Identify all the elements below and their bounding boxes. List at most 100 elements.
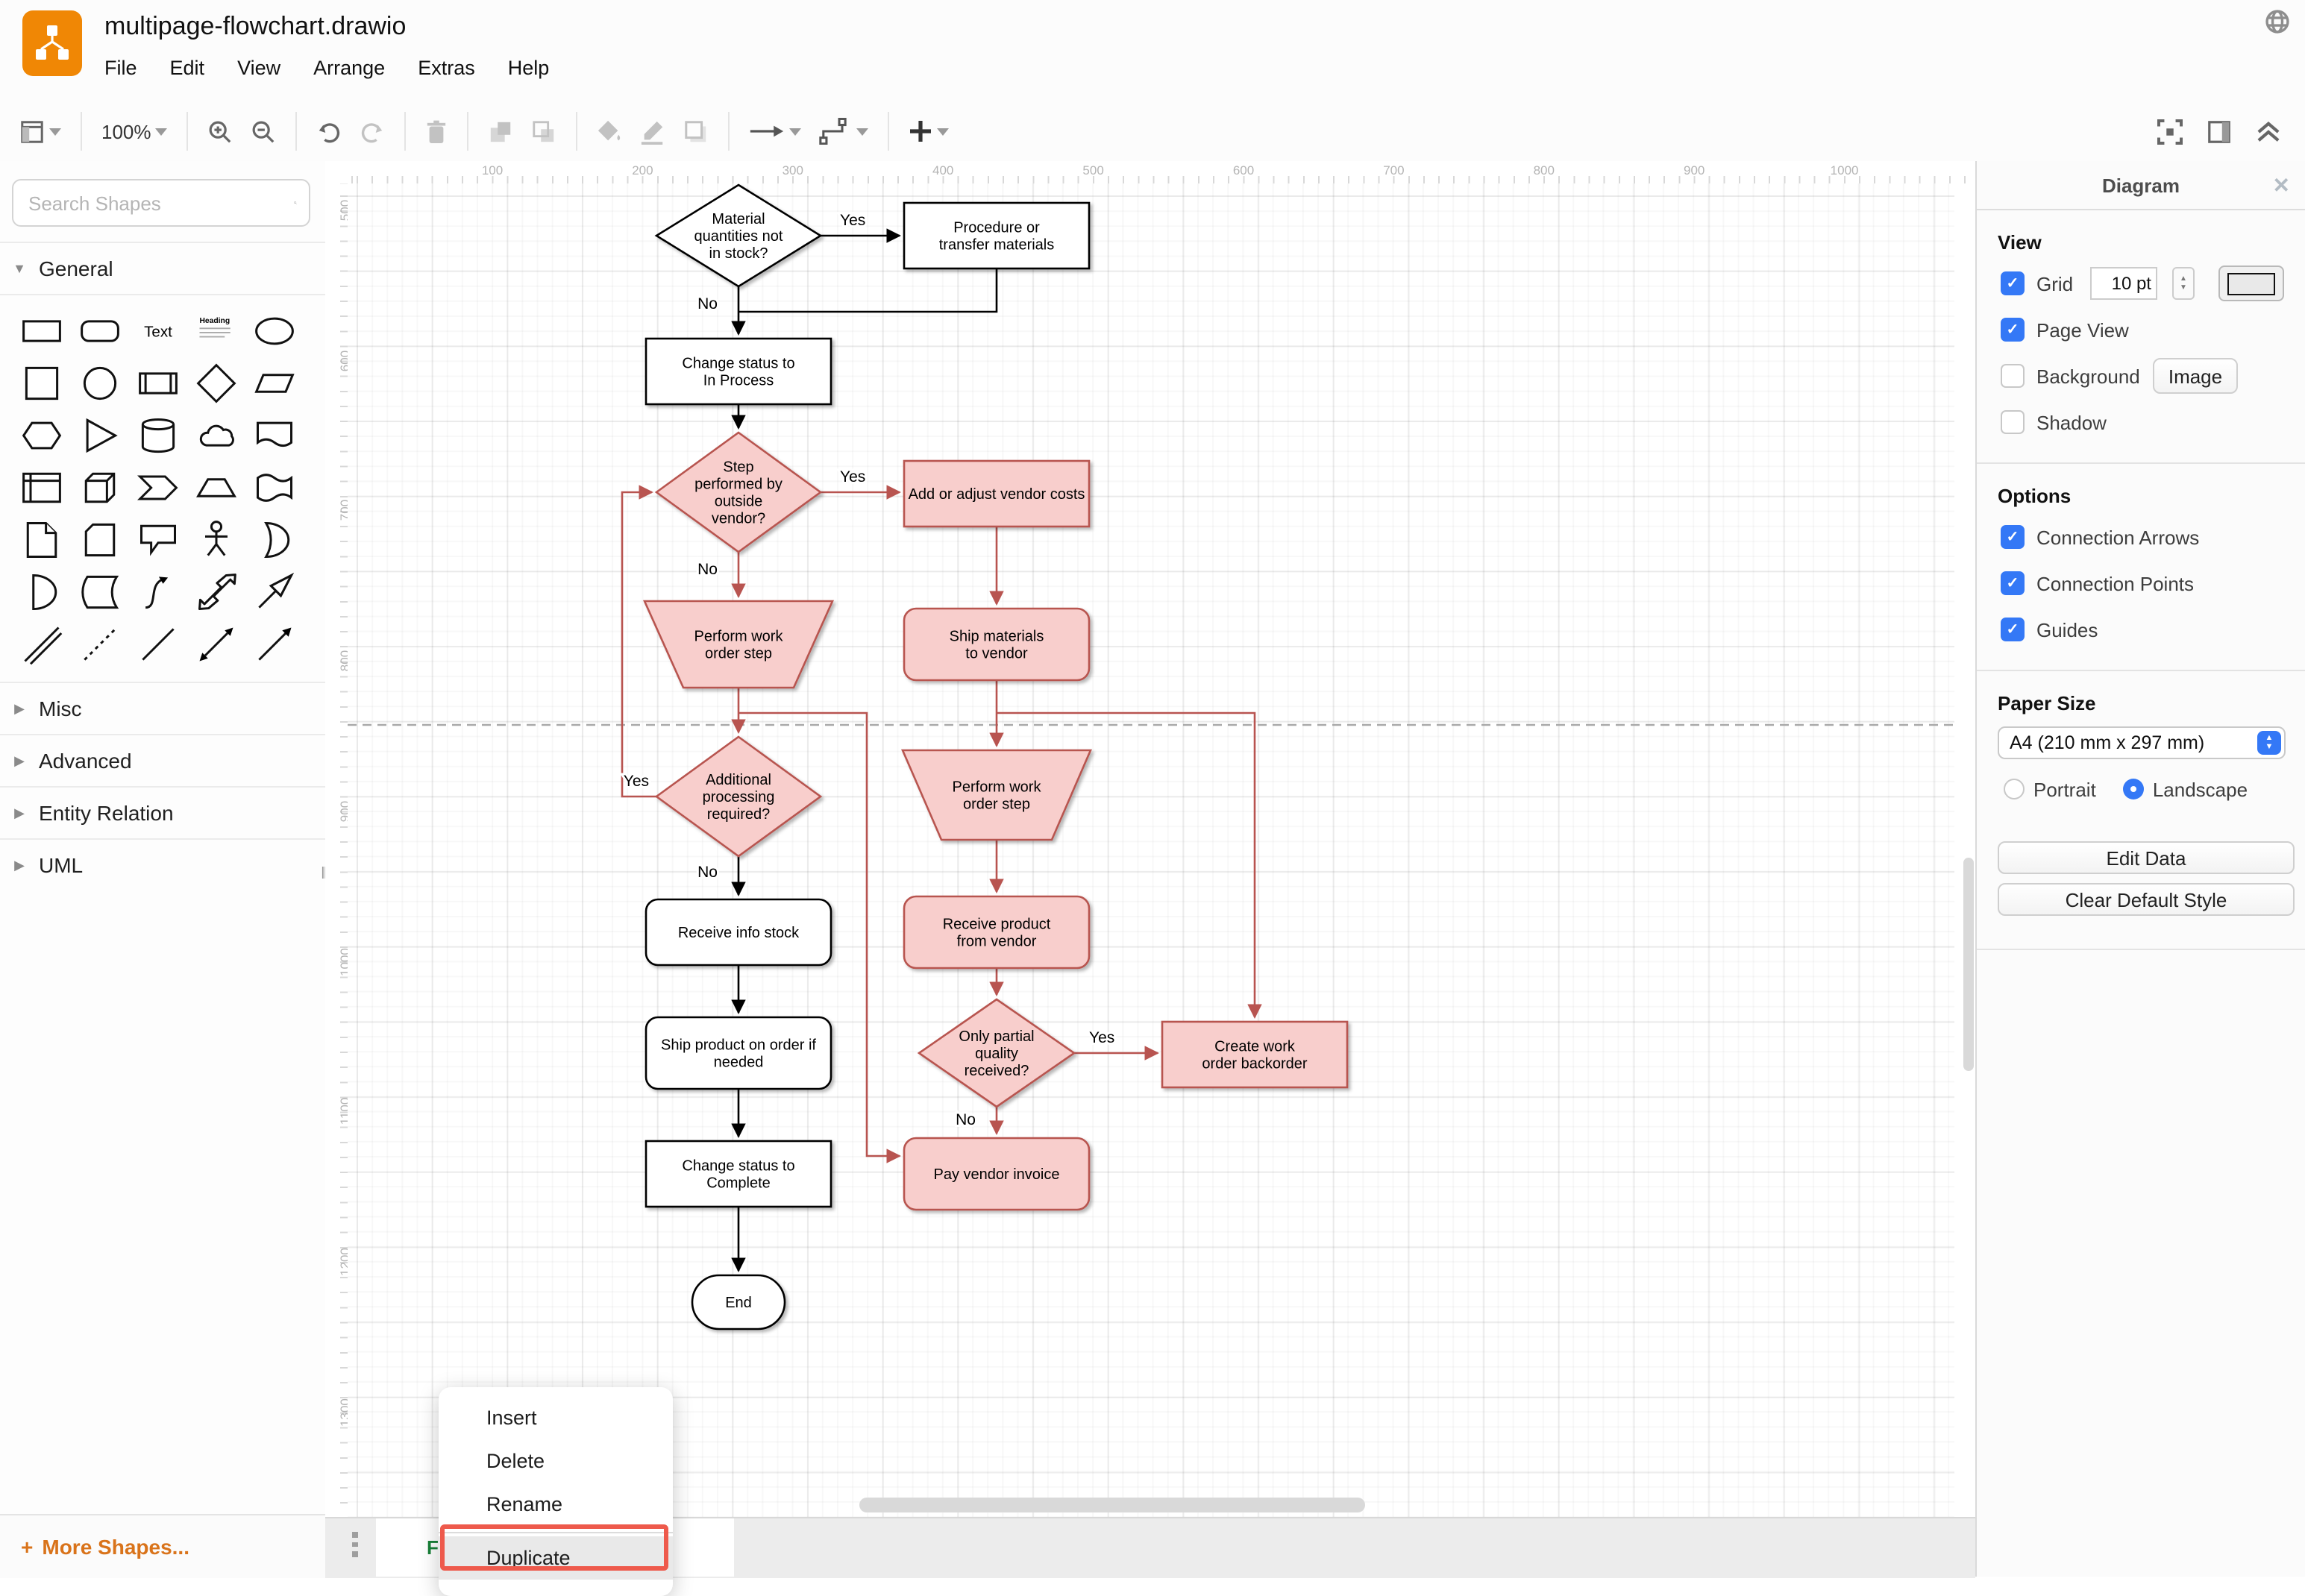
more-shapes-button[interactable]: + More Shapes... <box>0 1514 348 1578</box>
shadow-checkbox[interactable] <box>2001 410 2025 434</box>
toolbar: 100% <box>0 101 2305 163</box>
palette-shape-cloud[interactable] <box>186 409 245 461</box>
fill-color-button[interactable] <box>598 119 623 144</box>
delete-button[interactable] <box>426 119 448 144</box>
palette-shape-internal-storage[interactable] <box>12 461 70 513</box>
horizontal-scrollbar[interactable] <box>859 1498 1365 1512</box>
document-title: multipage-flowchart.drawio <box>104 12 406 42</box>
palette-shape-diamond[interactable] <box>186 356 245 409</box>
palette-shape-parallelogram[interactable] <box>245 356 303 409</box>
paper-size-select[interactable]: A4 (210 mm x 297 mm) ▲▼ <box>1998 726 2286 759</box>
zoom-out-button[interactable] <box>251 119 277 144</box>
grid-checkbox[interactable] <box>2001 271 2025 295</box>
palette-shape-link[interactable] <box>128 618 186 670</box>
sidebar-section-general[interactable]: ▼General <box>0 242 325 294</box>
diagram-canvas[interactable]: Materialquantities notin stock?Procedure… <box>348 183 1975 1518</box>
palette-shape-line[interactable] <box>12 618 70 670</box>
sidebar-section-advanced[interactable]: ▶Advanced <box>0 734 325 786</box>
zoom-in-button[interactable] <box>208 119 233 144</box>
drawio-app: multipage-flowchart.drawio File Edit View A… <box>0 0 2305 1577</box>
edit-data-button[interactable]: Edit Data <box>1998 841 2295 874</box>
zoom-dropdown[interactable]: 100% <box>101 120 168 142</box>
palette-shape-text[interactable]: Text <box>128 304 186 356</box>
insert-button[interactable] <box>909 119 950 143</box>
menu-extras[interactable]: Extras <box>418 57 475 79</box>
background-image-button[interactable]: Image <box>2153 358 2238 394</box>
palette-shape-textbox[interactable]: Heading <box>186 304 245 356</box>
clear-default-style-button[interactable]: Clear Default Style <box>1998 883 2295 916</box>
palette-shape-or[interactable] <box>245 513 303 565</box>
palette-shape-rounded-rectangle[interactable] <box>70 304 128 356</box>
to-back-button[interactable] <box>532 119 557 144</box>
menu-edit[interactable]: Edit <box>170 57 205 79</box>
grid-size-stepper[interactable]: ▲▼ <box>2172 267 2195 300</box>
language-globe-icon[interactable] <box>2265 9 2290 42</box>
palette-shape-rectangle[interactable] <box>12 304 70 356</box>
menu-file[interactable]: File <box>104 57 137 79</box>
view-toggle-button[interactable] <box>19 119 61 144</box>
flowchart-edge[interactable] <box>622 492 656 797</box>
context-menu-item-insert[interactable]: Insert <box>439 1396 673 1439</box>
background-checkbox[interactable] <box>2001 364 2025 388</box>
palette-shape-curve[interactable] <box>128 565 186 618</box>
palette-shape-actor[interactable] <box>186 513 245 565</box>
fullscreen-button[interactable] <box>2157 119 2183 144</box>
context-menu-item-delete[interactable]: Delete <box>439 1439 673 1483</box>
landscape-radio[interactable] <box>2123 779 2144 799</box>
palette-shape-trapezoid[interactable] <box>186 461 245 513</box>
palette-shape-callout[interactable] <box>128 513 186 565</box>
palette-shape-cube[interactable] <box>70 461 128 513</box>
to-front-button[interactable] <box>489 119 514 144</box>
vertical-scrollbar[interactable] <box>1963 858 1974 1071</box>
palette-shape-arrow-connector[interactable] <box>245 618 303 670</box>
palette-shape-step[interactable] <box>128 461 186 513</box>
portrait-radio[interactable] <box>2004 779 2025 799</box>
format-panel-toggle-button[interactable] <box>2207 119 2232 144</box>
palette-shape-and[interactable] <box>12 565 70 618</box>
palette-shape-bidirectional-arrow[interactable] <box>186 565 245 618</box>
context-menu-item-duplicate[interactable]: Duplicate <box>439 1536 673 1580</box>
grid-color-swatch[interactable] <box>2218 266 2284 301</box>
palette-shape-circle[interactable] <box>70 356 128 409</box>
pages-menu-button[interactable] <box>346 1532 364 1556</box>
flowchart-edge[interactable] <box>738 268 997 312</box>
search-input[interactable] <box>25 190 294 216</box>
page-view-label: Page View <box>2036 318 2129 341</box>
grid-size-input[interactable]: 10 pt <box>2090 267 2157 300</box>
page-view-checkbox[interactable] <box>2001 318 2025 342</box>
sidebar-section-entity-relation[interactable]: ▶Entity Relation <box>0 786 325 838</box>
palette-shape-data-storage[interactable] <box>70 565 128 618</box>
guides-checkbox[interactable] <box>2001 618 2025 641</box>
connection-arrows-checkbox[interactable] <box>2001 525 2025 549</box>
palette-shape-arrow[interactable] <box>245 565 303 618</box>
palette-shape-card[interactable] <box>70 513 128 565</box>
undo-button[interactable] <box>317 119 342 144</box>
palette-shape-note[interactable] <box>12 513 70 565</box>
palette-shape-triangle[interactable] <box>70 409 128 461</box>
connection-points-checkbox[interactable] <box>2001 571 2025 595</box>
palette-shape-tape[interactable] <box>245 461 303 513</box>
context-menu-item-rename[interactable]: Rename <box>439 1483 673 1526</box>
line-color-button[interactable] <box>641 119 666 144</box>
menu-arrange[interactable]: Arrange <box>313 57 385 79</box>
palette-shape-cylinder[interactable] <box>128 409 186 461</box>
waypoints-button[interactable] <box>820 118 869 145</box>
redo-button[interactable] <box>360 119 386 144</box>
palette-shape-process[interactable] <box>128 356 186 409</box>
shadow-button[interactable] <box>684 119 709 144</box>
search-shapes-box[interactable] <box>12 179 310 227</box>
sidebar-section-misc[interactable]: ▶Misc <box>0 682 325 734</box>
menu-view[interactable]: View <box>237 57 280 79</box>
palette-shape-document[interactable] <box>245 409 303 461</box>
close-icon[interactable]: ✕ <box>2273 173 2290 198</box>
palette-shape-ellipse[interactable] <box>245 304 303 356</box>
palette-shape-hexagon[interactable] <box>12 409 70 461</box>
node-label: Receive info stock <box>678 925 800 941</box>
sidebar-section-uml[interactable]: ▶UML <box>0 838 325 890</box>
connection-style-button[interactable] <box>750 121 802 142</box>
palette-shape-square[interactable] <box>12 356 70 409</box>
menu-help[interactable]: Help <box>508 57 550 79</box>
palette-shape-dotted-line[interactable] <box>70 618 128 670</box>
collapse-toolbar-button[interactable] <box>2256 120 2281 142</box>
palette-shape-directional-connector[interactable] <box>186 618 245 670</box>
